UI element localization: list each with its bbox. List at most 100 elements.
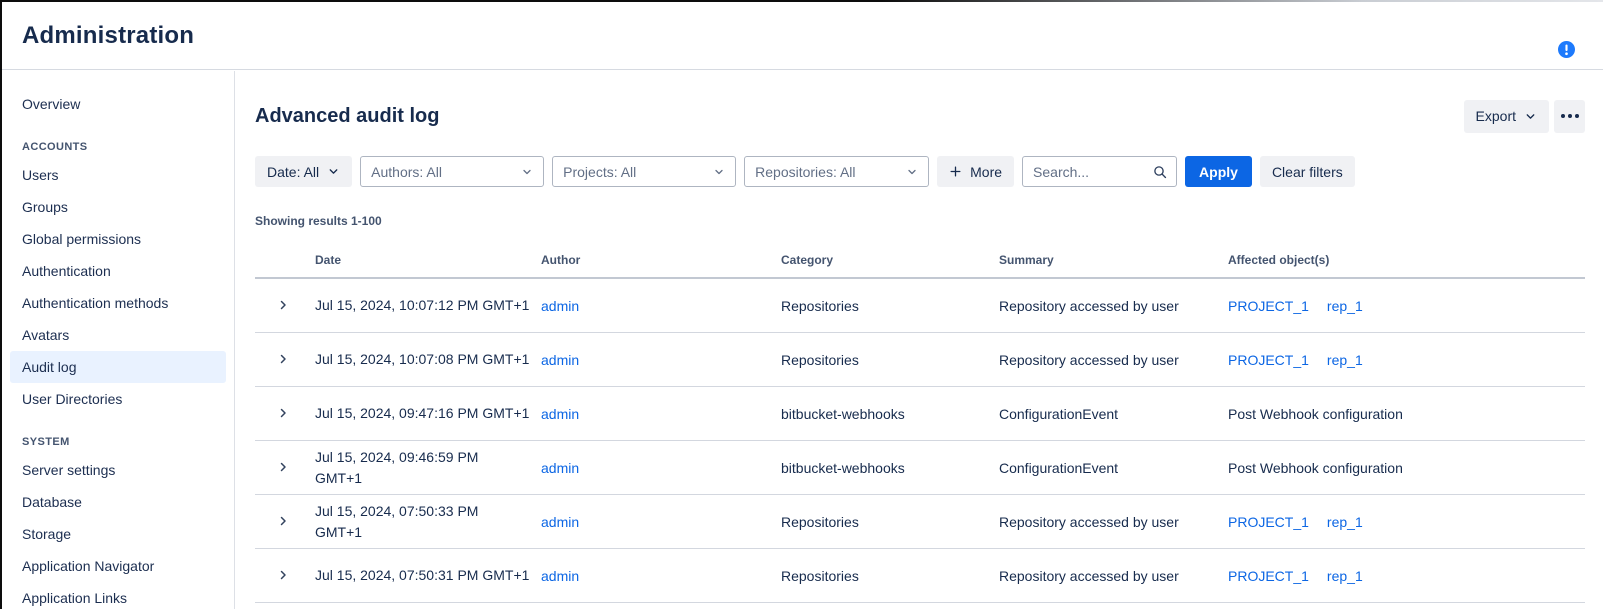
repositories-filter-label: Repositories: All <box>755 164 855 180</box>
affected-object-link[interactable]: rep_1 <box>1327 568 1363 584</box>
sidebar-section-heading: SYSTEM <box>2 430 234 454</box>
affected-object-link[interactable]: rep_1 <box>1327 352 1363 368</box>
sidebar-item-authentication[interactable]: Authentication <box>10 255 226 287</box>
row-date: Jul 15, 2024, 10:07:08 PM GMT+1 <box>315 333 541 387</box>
chevron-down-icon <box>906 166 918 178</box>
row-date: Jul 15, 2024, 07:50:31 PM GMT+1 <box>315 549 541 603</box>
sidebar-item-overview[interactable]: Overview <box>10 88 226 120</box>
row-category: bitbucket-webhooks <box>781 441 999 495</box>
main-header-row: Advanced audit log Export <box>255 98 1585 134</box>
sidebar-item-users[interactable]: Users <box>10 159 226 191</box>
page-title: Administration <box>22 22 194 50</box>
authors-filter-dropdown[interactable]: Authors: All <box>360 156 544 187</box>
section-title: Advanced audit log <box>255 105 439 128</box>
column-date: Date <box>315 241 541 278</box>
expand-row-chevron-icon[interactable] <box>277 461 289 473</box>
affected-object-link[interactable]: PROJECT_1 <box>1228 298 1309 314</box>
row-affected: PROJECT_1 rep_1 <box>1228 495 1585 549</box>
sidebar-section-heading: ACCOUNTS <box>2 135 234 159</box>
more-filters-button[interactable]: More <box>937 156 1014 187</box>
more-filters-label: More <box>970 164 1002 180</box>
affected-object-link[interactable]: PROJECT_1 <box>1228 352 1309 368</box>
affected-object-text: Post Webhook configuration <box>1228 406 1403 422</box>
search-box <box>1022 156 1177 187</box>
table-row: Jul 15, 2024, 07:50:33 PM GMT+1 admin Re… <box>255 495 1585 549</box>
date-filter-dropdown[interactable]: Date: All <box>255 156 352 187</box>
column-summary: Summary <box>999 241 1228 278</box>
sidebar-item-application-links[interactable]: Application Links <box>10 582 226 609</box>
affected-object-link[interactable]: PROJECT_1 <box>1228 514 1309 530</box>
row-affected: Post Webhook configuration <box>1228 441 1585 495</box>
date-filter-label: Date: All <box>267 164 319 180</box>
export-button-label: Export <box>1476 108 1516 124</box>
row-date: Jul 15, 2024, 10:07:12 PM GMT+1 <box>315 278 541 333</box>
row-date: Jul 15, 2024, 07:50:33 PM GMT+1 <box>315 495 541 549</box>
sidebar-item-global-permissions[interactable]: Global permissions <box>10 223 226 255</box>
affected-object-link[interactable]: PROJECT_1 <box>1228 568 1309 584</box>
affected-object-text: Post Webhook configuration <box>1228 460 1403 476</box>
sidebar-item-groups[interactable]: Groups <box>10 191 226 223</box>
row-date: Jul 15, 2024, 09:47:16 PM GMT+1 <box>315 387 541 441</box>
administration-page: Administration Overview ACCOUNTSUsersGrou… <box>0 0 1603 609</box>
table-row: Jul 15, 2024, 10:07:08 PM GMT+1 admin Re… <box>255 333 1585 387</box>
chevron-down-icon <box>713 166 725 178</box>
projects-filter-dropdown[interactable]: Projects: All <box>552 156 736 187</box>
header-actions: Export <box>1464 100 1585 133</box>
apply-button[interactable]: Apply <box>1185 156 1252 187</box>
ellipsis-icon <box>1561 114 1579 118</box>
author-link[interactable]: admin <box>541 460 579 476</box>
row-category: Repositories <box>781 278 999 333</box>
row-summary: ConfigurationEvent <box>999 441 1228 495</box>
repositories-filter-dropdown[interactable]: Repositories: All <box>744 156 929 187</box>
authors-filter-label: Authors: All <box>371 164 442 180</box>
row-affected: PROJECT_1 rep_1 <box>1228 278 1585 333</box>
expand-row-chevron-icon[interactable] <box>277 299 289 311</box>
main-content: Advanced audit log Export Date: All <box>236 71 1603 609</box>
table-row: Jul 15, 2024, 09:46:59 PM GMT+1 admin bi… <box>255 441 1585 495</box>
sidebar-item-application-navigator[interactable]: Application Navigator <box>10 550 226 582</box>
sidebar-item-audit-log[interactable]: Audit log <box>10 351 226 383</box>
row-category: Repositories <box>781 333 999 387</box>
row-date: Jul 15, 2024, 09:46:59 PM GMT+1 <box>315 441 541 495</box>
sidebar-item-user-directories[interactable]: User Directories <box>10 383 226 415</box>
sidebar-item-server-settings[interactable]: Server settings <box>10 454 226 486</box>
sidebar-item-database[interactable]: Database <box>10 486 226 518</box>
expand-row-chevron-icon[interactable] <box>277 515 289 527</box>
search-icon <box>1152 164 1168 180</box>
row-affected: PROJECT_1 rep_1 <box>1228 333 1585 387</box>
info-exclamation-icon <box>1558 41 1575 58</box>
more-options-button[interactable] <box>1554 100 1585 133</box>
export-button[interactable]: Export <box>1464 100 1549 133</box>
expand-row-chevron-icon[interactable] <box>277 353 289 365</box>
column-expand <box>255 241 315 278</box>
audit-log-table: Date Author Category Summary Affected ob… <box>255 241 1585 603</box>
projects-filter-label: Projects: All <box>563 164 636 180</box>
author-link[interactable]: admin <box>541 514 579 530</box>
info-icon[interactable] <box>1558 41 1575 58</box>
affected-object-link[interactable]: rep_1 <box>1327 298 1363 314</box>
sidebar-item-avatars[interactable]: Avatars <box>10 319 226 351</box>
window-top-edge <box>0 0 1603 2</box>
row-summary: Repository accessed by user <box>999 333 1228 387</box>
audit-log-table-body: Jul 15, 2024, 10:07:12 PM GMT+1 admin Re… <box>255 278 1585 603</box>
author-link[interactable]: admin <box>541 352 579 368</box>
sidebar-item-authentication-methods[interactable]: Authentication methods <box>10 287 226 319</box>
table-row: Jul 15, 2024, 09:47:16 PM GMT+1 admin bi… <box>255 387 1585 441</box>
expand-row-chevron-icon[interactable] <box>277 407 289 419</box>
column-author: Author <box>541 241 781 278</box>
expand-row-chevron-icon[interactable] <box>277 569 289 581</box>
author-link[interactable]: admin <box>541 298 579 314</box>
author-link[interactable]: admin <box>541 406 579 422</box>
table-row: Jul 15, 2024, 10:07:12 PM GMT+1 admin Re… <box>255 278 1585 333</box>
affected-object-link[interactable]: rep_1 <box>1327 514 1363 530</box>
author-link[interactable]: admin <box>541 568 579 584</box>
sidebar-item-storage[interactable]: Storage <box>10 518 226 550</box>
chevron-down-icon <box>521 166 533 178</box>
row-summary: Repository accessed by user <box>999 278 1228 333</box>
table-row: Jul 15, 2024, 07:50:31 PM GMT+1 admin Re… <box>255 549 1585 603</box>
column-affected-objects: Affected object(s) <box>1228 241 1585 278</box>
plus-icon <box>949 165 962 178</box>
row-affected: Post Webhook configuration <box>1228 387 1585 441</box>
clear-filters-button[interactable]: Clear filters <box>1260 156 1355 187</box>
chevron-down-icon <box>327 165 340 178</box>
